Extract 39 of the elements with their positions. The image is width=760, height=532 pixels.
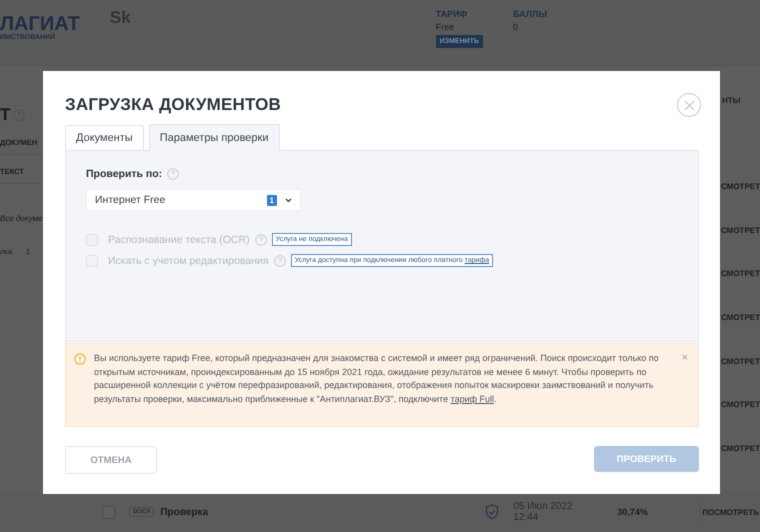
tariff-label: ТАРИФ xyxy=(436,9,468,19)
tab[interactable]: Параметры проверки xyxy=(148,124,280,151)
view-button[interactable]: СМОТРЕТ xyxy=(720,165,760,209)
points-label: БАЛЛЫ xyxy=(512,9,548,19)
notice-text: Вы используете тариф Free, который предназначен для знакомства с системой и имеет ряд ограничений. Поиск происходит только по открытым источникам, проиндексированным до 15 ноября 2021 года, ожидание результатов не менее 6 минут. Чтобы проверить по расширенной коллекции с учётом перефразирований, редактирования, отображения попыток маскировки заимствований и получить результаты проверки, максимально приближенные к "Антиплагиат.ВУЗ", подключите тариф Full. xyxy=(94,352,660,406)
view-button[interactable]: СМОТРЕТ xyxy=(720,339,760,383)
help-icon xyxy=(274,254,286,266)
option-label: Искать с учетом редактирования xyxy=(108,254,269,266)
documents-tab[interactable]: НТЫ xyxy=(720,96,740,105)
close-button[interactable] xyxy=(677,93,701,117)
check-source-label: Проверить по: xyxy=(86,168,162,180)
dismiss-button[interactable]: × xyxy=(682,352,688,364)
view-button[interactable]: СМОТРЕТ xyxy=(720,382,760,427)
view-report-button[interactable]: ПОСМОТРЕТЬ xyxy=(699,502,760,522)
source-dropdown[interactable]: Интернет Free 1 xyxy=(86,189,301,211)
chevron-down-icon xyxy=(285,198,292,202)
count-badge: 1 xyxy=(266,194,277,206)
tab[interactable]: Документы xyxy=(65,125,144,150)
view-button[interactable]: СМОТРЕТ xyxy=(720,296,760,340)
cancel-button[interactable]: ОТМЕНА xyxy=(65,446,157,474)
modal-title: ЗАГРУЗКА ДОКУМЕНТОВ xyxy=(65,95,282,115)
view-button[interactable]: СМОТРЕТ xyxy=(720,426,760,470)
shield-icon xyxy=(485,504,500,520)
points-value: 0 xyxy=(512,22,519,32)
tariff-value: Free xyxy=(436,22,456,32)
view-button[interactable]: СМОТРЕТ xyxy=(720,208,760,252)
help-icon xyxy=(167,168,180,180)
document-name[interactable]: Проверка xyxy=(160,506,486,518)
dropdown-value: Интернет Free xyxy=(95,194,166,206)
close-icon xyxy=(684,100,694,110)
help-icon xyxy=(254,234,267,246)
option-label: Распознавание текста (OCR) xyxy=(108,234,250,246)
info-icon xyxy=(74,353,86,365)
logo-title: ЛАГИАТ xyxy=(0,14,80,34)
filter-text[interactable]: Все докуме xyxy=(0,214,43,223)
page-heading: Т xyxy=(0,105,10,125)
similarity-score: 30,74% xyxy=(617,507,649,517)
view-button[interactable]: СМОТРЕТ xyxy=(720,252,760,296)
tariff-full-link[interactable]: тариф Full xyxy=(450,394,494,404)
